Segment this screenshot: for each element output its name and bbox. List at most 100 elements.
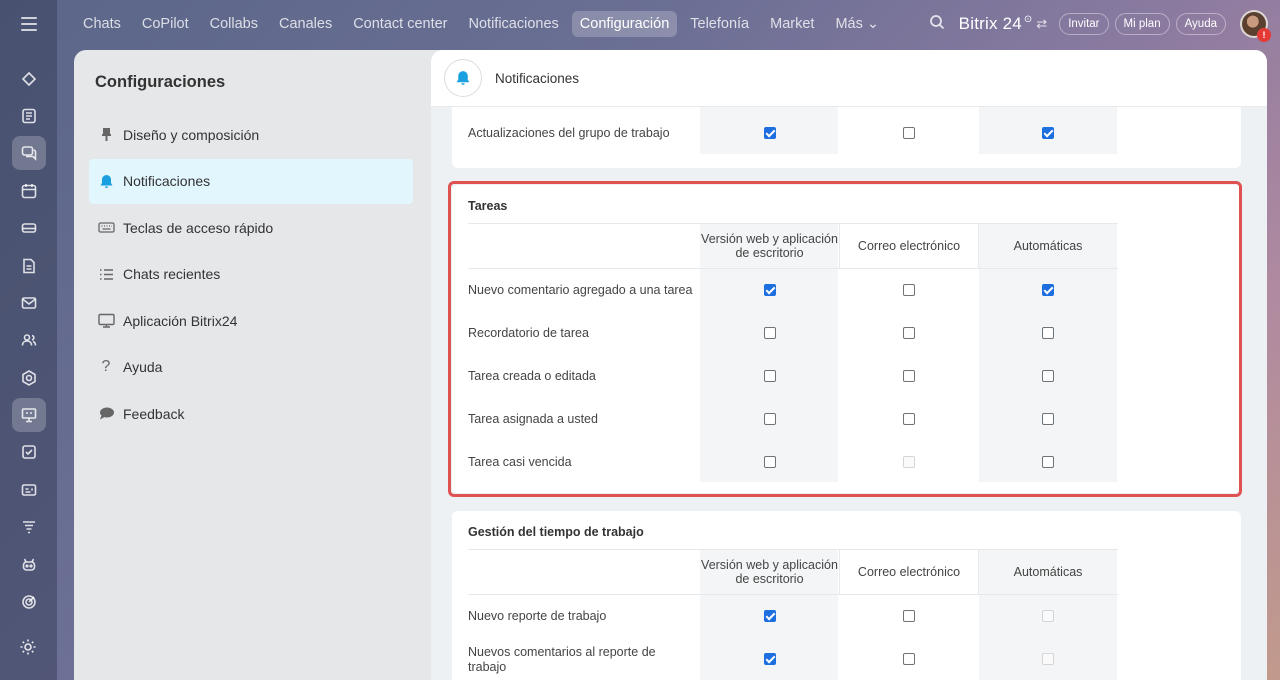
tiempo-card: Gestión del tiempo de trabajo Versión we… [452,511,1241,680]
rail-settings-gear-icon[interactable] [18,637,38,662]
row-label: Tarea creada o editada [468,369,596,383]
checkbox-assigned-web[interactable] [764,413,776,425]
checkbox-created-email[interactable] [903,370,915,382]
top-right-bar: Bitrix 24 ⊙ ⇄ Invitar Mi plan Ayuda ! [929,8,1271,42]
checkbox-report-comments-email[interactable] [903,653,915,665]
monitor-icon [97,312,115,330]
rail-mail-icon[interactable] [12,286,46,320]
row-label: Tarea asignada a usted [468,412,598,426]
workgroup-card: Actualizaciones del grupo de trabajo [452,107,1241,168]
settings-title: Configuraciones [95,73,226,91]
help-button[interactable]: Ayuda [1175,13,1226,35]
col-header-auto: Automáticas [1013,239,1083,253]
nav-notificaciones[interactable]: Notificaciones [461,11,567,37]
question-icon: ? [101,358,111,375]
rail-id-card-icon[interactable] [12,473,46,507]
invite-button[interactable]: Invitar [1059,13,1109,35]
checkbox-reminder-auto[interactable] [1042,327,1054,339]
rail-contacts-icon[interactable] [12,323,46,357]
rail-target-icon[interactable] [12,585,46,619]
row-label: Nuevo comentario agregado a una tarea [468,283,693,297]
checkbox-report-web[interactable] [764,610,776,622]
rail-crm-icon[interactable] [12,361,46,395]
settings-item-label: Teclas de acceso rápido [123,219,274,236]
checkbox-workgroup-auto[interactable] [1042,127,1054,139]
rail-tasks-icon[interactable] [12,435,46,469]
checkbox-overdue-web[interactable] [764,456,776,468]
checkbox-comment-web[interactable] [764,284,776,296]
settings-item-feedback[interactable]: Feedback [89,391,413,436]
settings-menu: Diseño y composición Notificaciones Tecl… [89,112,413,438]
checkbox-report-email[interactable] [903,610,915,622]
settings-item-recent-chats[interactable]: Chats recientes [89,252,413,297]
checkbox-assigned-email[interactable] [903,413,915,425]
col-header-web: Versión web y aplicación de escritorio [701,558,838,586]
nav-collabs[interactable]: Collabs [202,11,266,37]
rail-robot-icon[interactable] [12,548,46,582]
rail-drive-icon[interactable] [12,211,46,245]
divider [468,594,1118,595]
checkbox-report-comments-web[interactable] [764,653,776,665]
row-label: Nuevo reporte de trabajo [468,609,607,623]
nav-mas[interactable]: Más ⌄ [827,11,887,37]
settings-item-label: Aplicación Bitrix24 [123,312,238,329]
nav-configuracion[interactable]: Configuración [571,11,678,37]
brand-logo[interactable]: Bitrix 24 [959,14,1022,34]
top-navigation: Chats CoPilot Collabs Canales Contact ce… [75,10,892,38]
row-label: Recordatorio de tarea [468,326,589,340]
rail-presentation-icon[interactable] [11,398,46,433]
checkbox-workgroup-web[interactable] [764,127,776,139]
settings-item-notifications[interactable]: Notificaciones [89,158,413,204]
rail-feed-icon[interactable] [12,99,46,133]
brush-icon [97,126,115,144]
settings-item-label: Ayuda [123,359,163,375]
rail-chat-icon[interactable] [11,136,46,171]
checkbox-created-auto[interactable] [1042,370,1054,382]
settings-item-label: Chats recientes [123,266,221,282]
left-rail [0,0,57,680]
nav-chats[interactable]: Chats [75,11,129,37]
checkbox-comment-auto[interactable] [1042,284,1054,296]
col-header-email: Correo electrónico [857,565,961,579]
rail-filter-icon[interactable] [12,510,46,544]
my-plan-button[interactable]: Mi plan [1114,13,1170,35]
bell-icon [97,172,115,190]
list-icon [97,265,115,283]
speech-bubble-icon [97,405,115,423]
section-title: Gestión del tiempo de trabajo [468,525,644,539]
checkbox-reminder-web[interactable] [764,327,776,339]
col-header-web: Versión web y aplicación de escritorio [701,232,838,260]
switch-icon[interactable]: ⇄ [1036,16,1047,32]
settings-item-bitrix-app[interactable]: Aplicación Bitrix24 [89,298,413,343]
nav-canales[interactable]: Canales [271,11,340,37]
row-label: Tarea casi vencida [468,455,572,469]
nav-contact-center[interactable]: Contact center [345,11,455,37]
nav-telefonia[interactable]: Telefonía [682,11,757,37]
checkbox-reminder-email[interactable] [903,327,915,339]
checkbox-overdue-auto[interactable] [1042,456,1054,468]
nav-market[interactable]: Market [762,11,822,37]
checkbox-overdue-email [903,456,915,468]
rail-calendar-icon[interactable] [12,174,46,208]
row-label: Actualizaciones del grupo de trabajo [468,126,670,140]
header-bell-icon [444,59,482,97]
rail-items [11,60,46,621]
checkbox-report-comments-auto [1042,653,1054,665]
search-icon[interactable] [929,14,945,35]
settings-item-design[interactable]: Diseño y composición [89,112,413,157]
checkbox-workgroup-email[interactable] [903,127,915,139]
nav-copilot[interactable]: CoPilot [134,11,197,37]
settings-item-label: Diseño y composición [123,126,260,143]
user-avatar[interactable]: ! [1240,10,1271,42]
checkbox-assigned-auto[interactable] [1042,413,1054,425]
checkbox-comment-email[interactable] [903,284,915,296]
settings-item-help[interactable]: ? Ayuda [89,345,413,390]
settings-item-hotkeys[interactable]: Teclas de acceso rápido [89,205,413,250]
col-header-email: Correo electrónico [857,239,961,253]
hamburger-menu-icon[interactable] [19,14,39,34]
notifications-content: Notificaciones Actualizaciones del grupo… [431,50,1267,680]
rail-document-icon[interactable] [12,249,46,283]
rail-copilot-icon[interactable] [12,62,46,96]
checkbox-created-web[interactable] [764,370,776,382]
keyboard-icon [97,219,115,237]
